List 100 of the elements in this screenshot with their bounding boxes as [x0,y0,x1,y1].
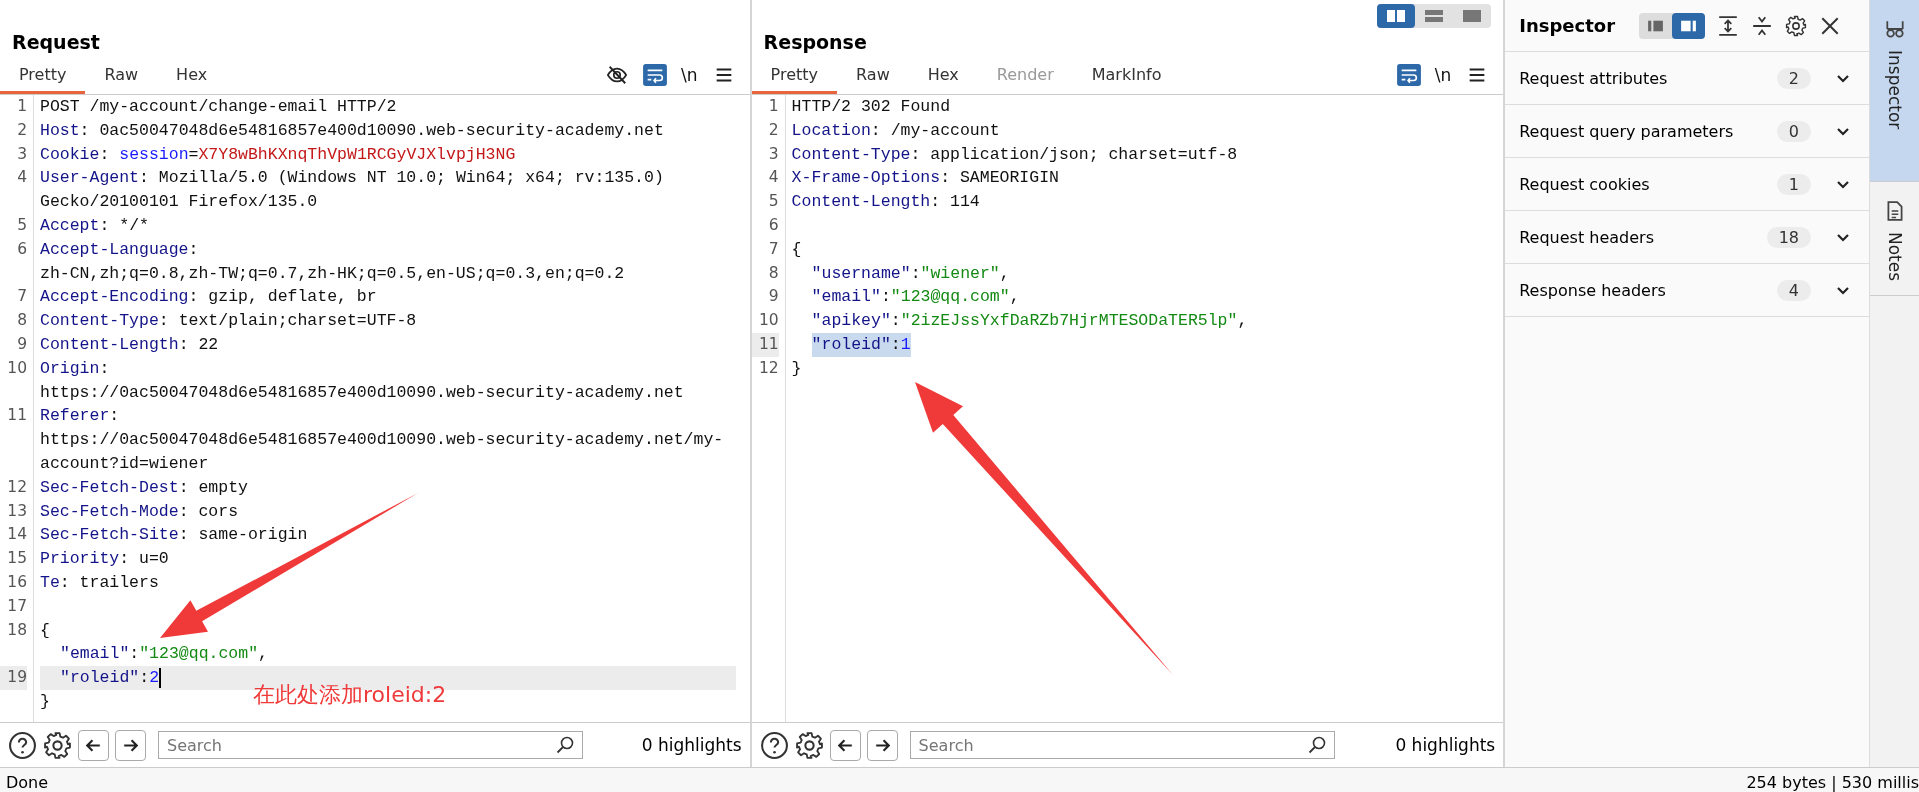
inspector-section[interactable]: Request cookies 1 [1505,158,1870,211]
code-line: { [791,238,802,261]
wrap-icon[interactable] [643,64,668,86]
tab[interactable]: Raw [85,61,158,94]
code-line: "email":"123@qq.com", [60,643,268,666]
line-number: 18 [6,619,27,641]
settings-icon[interactable] [43,730,72,760]
line-number: 14 [6,524,27,546]
expand-all-icon[interactable] [1717,14,1740,37]
line-number: 11 [751,332,779,357]
tab[interactable]: Hex [908,61,978,94]
line-number: 3 [16,143,27,165]
code-line: zh-CN,zh;q=0.8,zh-TW;q=0.7,zh-HK;q=0.5,en-US;q=0.3,en;q=0.2 [40,262,625,285]
back-button[interactable] [829,729,861,761]
inspector-section[interactable]: Response headers 4 [1505,264,1870,317]
count-badge: 18 [1766,226,1812,248]
search-icon [555,735,575,755]
code-line: Sec-Fetch-Site: same-origin [40,524,308,547]
collapse-all-icon[interactable] [1751,14,1774,37]
code-line: Content-Type: application/json; charset=utf-8 [791,143,1238,166]
status-text: Done [6,772,49,792]
layout-button[interactable] [1377,4,1415,28]
line-number: 1 [767,96,779,117]
code-line: Sec-Fetch-Dest: empty [40,476,248,499]
count-badge: 4 [1776,279,1812,301]
rows-icon [1424,8,1444,24]
line-number: 11 [6,405,27,427]
line-number: 8 [16,310,27,332]
code-line: Accept-Language: [40,238,199,261]
line-number: 6 [16,238,27,260]
line-number: 5 [767,191,779,213]
code-line: "roleid":2 [60,667,160,690]
code-line: "apikey":"2izEJssYxfDaRZb7HjrMTESODaTER5lp", [811,310,1248,333]
status-stats: 254 bytes | 530 millis [1746,772,1919,792]
code-line: Referer: [40,405,120,428]
wrap-icon[interactable] [1396,64,1421,86]
highlights-count: 0 highlights [1395,735,1496,755]
eye-slash-icon[interactable] [605,64,630,86]
code-line: Content-Length: 114 [791,191,980,214]
code-line: X-Frame-Options: SAMEORIGIN [791,167,1059,190]
count-badge: 2 [1776,67,1812,89]
search-icon [1306,735,1327,755]
line-number: 5 [16,215,27,236]
line-number: 7 [16,286,27,308]
code-line: "username":"wiener", [811,262,1010,285]
section-label: Request headers [1519,227,1655,247]
help-icon[interactable] [8,730,37,760]
side-tab[interactable]: Notes [1870,182,1919,297]
inspector-section[interactable]: Request headers 18 [1505,211,1870,264]
tab[interactable]: MarkInfo [1072,61,1181,94]
line-number: 19 [0,666,27,690]
count-badge: 0 [1776,120,1812,142]
line-number: 17 [6,595,27,617]
back-button[interactable] [78,729,109,761]
inspector-section[interactable]: Request query parameters 0 [1505,105,1870,158]
code-line: Priority: u=0 [40,548,169,571]
line-number: 2 [767,119,779,141]
search-field[interactable]: Search [158,731,583,759]
code-line: User-Agent: Mozilla/5.0 (Windows NT 10.0; Win64; x64; rv:135.0) [40,167,664,190]
line-number: 12 [6,476,27,498]
settings-icon[interactable] [794,730,824,760]
annotation-text: 在此处添加roleid:2 [253,681,447,709]
code-line: Accept-Encoding: gzip, deflate, br [40,286,377,309]
panel-title: Response [762,30,867,55]
newline-toggle[interactable]: \n [681,65,698,85]
section-label: Request attributes [1519,68,1669,88]
search-field[interactable]: Search [909,731,1335,759]
code-line: Accept: */* [40,215,149,237]
panel-title: Request [11,30,100,55]
line-number: 1 [16,96,27,117]
line-number: 12 [757,357,779,379]
line-number: 9 [767,286,779,308]
code-line: { [40,619,50,642]
code-line: Sec-Fetch-Mode: cors [40,500,239,523]
single-pane-icon [1462,8,1482,24]
line-number: 10 [757,310,779,332]
forward-button[interactable] [866,729,898,761]
tab[interactable]: Pretty [751,61,838,94]
code-line: https://0ac50047048d6e54816857e400d10090.web-security-academy.net [40,381,684,404]
code-line: account?id=wiener [40,452,209,475]
line-number: 15 [6,548,27,570]
tab[interactable]: Hex [157,61,227,94]
text-cursor [159,668,162,688]
line-number: 16 [6,571,27,593]
side-tab[interactable]: Inspector [1870,0,1919,182]
code-line: https://0ac50047048d6e54816857e400d10090.web-security-academy.net/my- [40,429,724,452]
settings-icon[interactable] [1785,14,1808,37]
code-line: } [40,690,50,713]
code-line: Content-Type: text/plain;charset=UTF-8 [40,310,417,333]
layout-button[interactable] [1672,12,1706,39]
code-line: Host: 0ac50047048d6e54816857e400d10090.web-security-academy.net [40,119,664,142]
forward-button[interactable] [115,729,146,761]
newline-toggle[interactable]: \n [1434,65,1452,85]
line-number: 4 [767,167,779,189]
tab[interactable]: Raw [837,61,909,94]
tab[interactable]: Pretty [0,61,86,94]
line-number: 6 [767,215,779,236]
line-number: 8 [767,262,779,284]
help-icon[interactable] [759,730,789,760]
inspector-section[interactable]: Request attributes 2 [1505,52,1870,105]
